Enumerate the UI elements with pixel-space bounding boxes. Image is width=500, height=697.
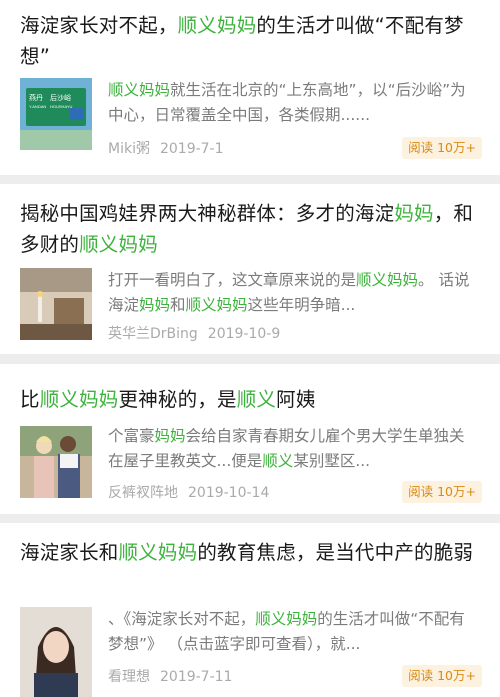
read-label: 阅读	[408, 484, 434, 499]
author-name[interactable]: Miki粥	[108, 141, 150, 157]
sign-text-2: 后沙峪	[50, 93, 71, 102]
article-meta: 看理想 2019-7-11	[108, 666, 232, 686]
text-segment: 更神秘的，是	[118, 388, 237, 411]
text-segment: 海淀家长和	[20, 541, 119, 564]
keyword-highlight: 顺义妈妈	[356, 271, 419, 289]
article-card-2[interactable]: 揭秘中国鸡娃界两大神秘群体：多才的海淀妈妈，和多财的顺义妈妈 打开一看明白了，这…	[0, 184, 500, 354]
keyword-highlight: 妈妈	[394, 202, 434, 225]
article-title[interactable]: 海淀家长对不起，顺义妈妈的生活才叫做“不配有梦想”	[20, 10, 482, 72]
article-snippet[interactable]: 、《海淀家长对不起，顺义妈妈的生活才叫做“不配有梦想”》 （点击蓝字即可查看），…	[108, 607, 480, 657]
sign-text-3: Y.ANDAN	[29, 104, 46, 109]
article-card-3[interactable]: 比顺义妈妈更神秘的，是顺义阿姨 个富豪妈妈会给自家青春期女儿雇个男大学生单独关在…	[0, 364, 500, 514]
publish-date: 2019-7-11	[160, 669, 233, 685]
text-segment: 的教育焦虑，是当代中产的脆弱	[197, 541, 474, 564]
two-women-image	[20, 426, 92, 498]
sign-text-4: HOUSHAYU	[50, 104, 72, 109]
publish-date: 2019-10-9	[207, 326, 281, 342]
article-snippet[interactable]: 顺义妈妈就生活在北京的“上东高地”，以“后沙峪”为中心，日常覆盖全中国，各类假期…	[108, 78, 480, 128]
article-meta: Miki粥 2019-7-1	[108, 138, 224, 158]
read-count-badge: 阅读 10万+	[402, 137, 482, 159]
dining-room-image	[20, 268, 92, 340]
article-title[interactable]: 比顺义妈妈更神秘的，是顺义阿姨	[20, 384, 482, 415]
read-label: 阅读	[408, 668, 434, 683]
publish-date: 2019-7-1	[159, 141, 224, 157]
article-snippet[interactable]: 个富豪妈妈会给自家青春期女儿雇个男大学生单独关在屋子里教英文...便是顺义某别墅…	[108, 424, 480, 474]
read-count: 10万+	[437, 484, 476, 499]
keyword-highlight: 顺义妈妈	[185, 296, 248, 314]
woman-portrait-image	[20, 607, 92, 697]
text-segment: 海淀家长对不起，	[20, 14, 178, 37]
text-segment: 这些年明争暗...	[247, 296, 356, 314]
article-title[interactable]: 揭秘中国鸡娃界两大神秘群体：多才的海淀妈妈，和多财的顺义妈妈	[20, 198, 482, 260]
keyword-highlight: 顺义妈妈	[39, 388, 119, 411]
text-segment: 某别墅区...	[293, 452, 371, 470]
article-snippet[interactable]: 打开一看明白了，这文章原来说的是顺义妈妈。 话说海淀妈妈和顺义妈妈这些年明争暗.…	[108, 268, 480, 318]
read-label: 阅读	[408, 140, 434, 155]
sign-text-1: 燕丹	[29, 93, 43, 102]
article-title[interactable]: 海淀家长和顺义妈妈的教育焦虑，是当代中产的脆弱	[20, 537, 482, 568]
keyword-highlight: 顺义	[236, 388, 277, 411]
read-count-badge: 阅读 10万+	[402, 481, 482, 503]
text-segment: 打开一看明白了，这文章原来说的是	[108, 271, 357, 289]
author-name[interactable]: 英华兰DrBing	[108, 326, 198, 342]
read-count-badge: 阅读 10万+	[402, 665, 482, 687]
keyword-highlight: 妈妈	[139, 296, 171, 314]
author-name[interactable]: 反裤衩阵地	[108, 485, 178, 501]
keyword-highlight: 顺义妈妈	[177, 14, 257, 37]
text-segment: 揭秘中国鸡娃界两大神秘群体：多才的海淀	[20, 202, 395, 225]
publish-date: 2019-10-14	[188, 485, 270, 501]
keyword-highlight: 顺义	[262, 452, 294, 470]
keyword-highlight: 妈妈	[154, 427, 186, 445]
article-card-1[interactable]: 海淀家长对不起，顺义妈妈的生活才叫做“不配有梦想” 燕丹 后沙峪 Y.ANDAN…	[0, 0, 500, 175]
read-count: 10万+	[437, 140, 476, 155]
text-segment: 比	[20, 388, 40, 411]
author-name[interactable]: 看理想	[108, 669, 150, 685]
keyword-highlight: 顺义妈妈	[108, 81, 171, 99]
article-meta: 英华兰DrBing 2019-10-9	[108, 323, 280, 343]
keyword-highlight: 顺义妈妈	[118, 541, 198, 564]
keyword-highlight: 顺义妈妈	[79, 233, 158, 256]
article-meta: 反裤衩阵地 2019-10-14	[108, 482, 269, 502]
text-segment: 、《海淀家长对不起，	[108, 610, 256, 628]
road-sign-image: 燕丹 后沙峪 Y.ANDAN HOUSHAYU	[20, 78, 92, 150]
read-count: 10万+	[437, 668, 476, 683]
text-segment: 个富豪	[108, 427, 155, 445]
text-segment: 和	[170, 296, 186, 314]
text-segment: 阿姨	[276, 388, 316, 411]
article-card-4[interactable]: 海淀家长和顺义妈妈的教育焦虑，是当代中产的脆弱 、《海淀家长对不起，顺义妈妈的生…	[0, 523, 500, 697]
keyword-highlight: 顺义妈妈	[255, 610, 318, 628]
